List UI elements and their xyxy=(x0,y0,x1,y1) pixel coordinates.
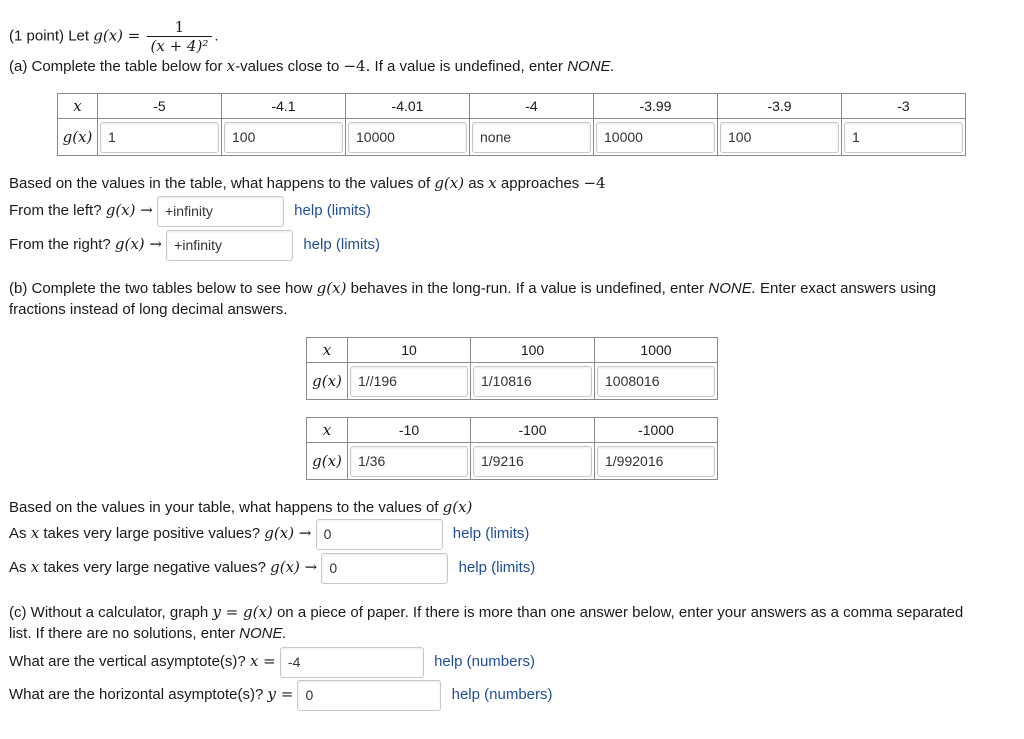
x-value: -3.9 xyxy=(717,93,842,119)
right-limit-row: From the right? g(x) → help (limits) xyxy=(9,229,380,261)
function-fraction: 1 (x + 4)² xyxy=(146,18,213,55)
g-label: g(x) xyxy=(306,442,348,480)
pos-limit-input[interactable] xyxy=(315,518,443,550)
help-limits-link[interactable]: help (limits) xyxy=(303,236,380,253)
x-value: -100 xyxy=(470,417,595,443)
x-value: -1000 xyxy=(594,417,718,443)
x-value: -10 xyxy=(347,417,471,443)
g-value-input[interactable] xyxy=(100,121,219,153)
x-label: x xyxy=(306,417,348,443)
x-value: 10 xyxy=(347,337,471,363)
g-value-input[interactable] xyxy=(348,121,467,153)
part-b-intro-cont: fractions instead of long decimal answer… xyxy=(9,301,288,318)
x-label: x xyxy=(306,337,348,363)
help-numbers-link[interactable]: help (numbers) xyxy=(434,653,535,670)
vertical-asymptote-input[interactable] xyxy=(279,646,424,678)
help-numbers-link[interactable]: help (numbers) xyxy=(452,686,553,703)
g-value-input[interactable] xyxy=(597,365,715,397)
g-value-input[interactable] xyxy=(224,121,343,153)
table-b2: x -10 -100 -1000 g(x) xyxy=(306,417,718,480)
table-a-g-row: g(x) xyxy=(57,118,966,156)
x-value: -3 xyxy=(841,93,966,119)
part-b-question: Based on the values in your table, what … xyxy=(9,498,473,516)
g-value-input[interactable] xyxy=(350,365,468,397)
part-b-intro: (b) Complete the two tables below to see… xyxy=(9,279,936,297)
g-value-input[interactable] xyxy=(597,445,715,477)
help-limits-link[interactable]: help (limits) xyxy=(453,525,530,542)
x-value: -3.99 xyxy=(593,93,718,119)
table-a: x -5 -4.1 -4.01 -4 -3.99 -3.9 -3 g(x) xyxy=(57,93,966,156)
part-a-intro: (a) Complete the table below for x-value… xyxy=(9,57,615,75)
horizontal-asymptote-row: What are the horizontal asymptote(s)? y … xyxy=(9,679,553,711)
neg-limit-input[interactable] xyxy=(321,552,449,584)
x-value: -4.01 xyxy=(345,93,470,119)
table-b1: x 10 100 1000 g(x) xyxy=(306,337,718,400)
g-value-input[interactable] xyxy=(473,445,592,477)
left-limit-row: From the left? g(x) → help (limits) xyxy=(9,195,371,227)
x-label: x xyxy=(57,93,98,119)
g-value-input[interactable] xyxy=(844,121,963,153)
x-value: -4.1 xyxy=(221,93,346,119)
part-c-intro: (c) Without a calculator, graph y = g(x)… xyxy=(9,603,964,621)
part-a-question: Based on the values in the table, what h… xyxy=(9,174,606,192)
g-label: g(x) xyxy=(306,362,348,400)
right-limit-input[interactable] xyxy=(166,229,294,261)
left-limit-input[interactable] xyxy=(157,195,284,227)
horizontal-asymptote-input[interactable] xyxy=(297,679,442,711)
x-value: 1000 xyxy=(594,337,718,363)
g-label: g(x) xyxy=(57,118,98,156)
g-value-input[interactable] xyxy=(596,121,715,153)
points-label: (1 point) xyxy=(9,27,65,45)
g-value-input[interactable] xyxy=(720,121,839,153)
neg-limit-row: As x takes very large negative values? g… xyxy=(9,552,535,584)
x-value: -4 xyxy=(469,93,594,119)
x-value: -5 xyxy=(97,93,222,119)
pos-limit-row: As x takes very large positive values? g… xyxy=(9,518,529,550)
x-value: 100 xyxy=(470,337,595,363)
problem-statement: (1 point) Let g(x) = 1 (x + 4)² . xyxy=(9,18,219,55)
function-name: g(x) = xyxy=(93,26,141,45)
g-value-input[interactable] xyxy=(350,445,468,477)
help-limits-link[interactable]: help (limits) xyxy=(294,202,371,219)
g-value-input[interactable] xyxy=(472,121,591,153)
table-b2-x-row: x -10 -100 -1000 xyxy=(306,417,718,443)
vertical-asymptote-row: What are the vertical asymptote(s)? x = … xyxy=(9,646,535,678)
table-a-x-row: x -5 -4.1 -4.01 -4 -3.99 -3.9 -3 xyxy=(57,93,966,119)
table-b1-x-row: x 10 100 1000 xyxy=(306,337,718,363)
table-b1-g-row: g(x) xyxy=(306,362,718,400)
help-limits-link[interactable]: help (limits) xyxy=(459,559,536,576)
table-b2-g-row: g(x) xyxy=(306,442,718,480)
g-value-input[interactable] xyxy=(473,365,592,397)
part-c-intro-cont: list. If there are no solutions, enter N… xyxy=(9,625,287,642)
